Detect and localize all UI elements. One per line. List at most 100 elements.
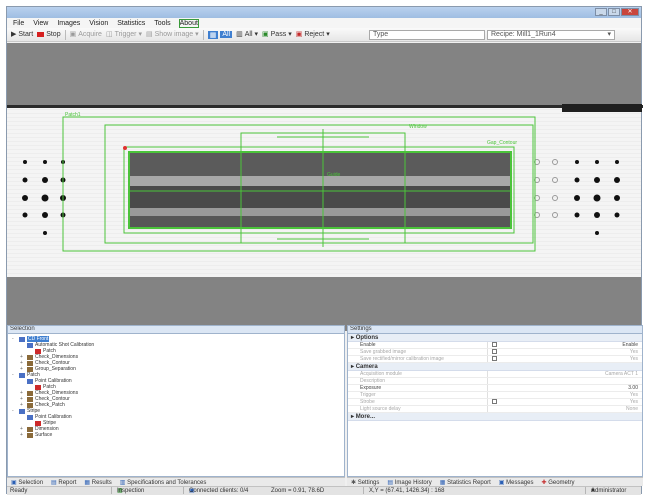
settings-row[interactable]: Save rectified/mirror calibration image Y…: [348, 355, 642, 363]
expander-icon[interactable]: -: [12, 372, 17, 378]
view-mode-button[interactable]: ▥ All ▾: [236, 31, 258, 38]
setting-value-cell[interactable]: 3.00: [488, 385, 642, 391]
chevron-down-icon: ▾: [326, 31, 330, 38]
pass-icon: ▣: [262, 31, 269, 38]
status-separator: [111, 487, 112, 494]
status-coords: X,Y = (67.41, 1426.34) : 168: [369, 488, 445, 494]
grid-icon: ▦: [207, 30, 219, 39]
setting-value: Yes: [629, 399, 638, 405]
setting-name: Strobe: [348, 399, 488, 405]
setting-value-cell[interactable]: None: [488, 406, 642, 412]
status-separator: [585, 487, 586, 494]
docked-panels: Selection - CD Front Automatic Shot Calibr…: [7, 325, 643, 477]
menu-about[interactable]: About: [178, 18, 199, 28]
setting-value-cell[interactable]: Enable: [488, 341, 642, 348]
left-panel-tabs: ▣ Selection ▤ Report ▦ Results ▥ Specifi…: [7, 477, 345, 486]
status-bar: Ready ▦ Inspection ▣ Connected clients: …: [7, 486, 641, 495]
status-separator: [183, 487, 184, 494]
settings-row[interactable]: Description: [348, 378, 642, 385]
stop-button[interactable]: Stop: [37, 31, 61, 38]
show-image-button[interactable]: ▤ Show image ▾: [146, 31, 199, 38]
report-icon: ▤: [51, 479, 57, 486]
menu-vision[interactable]: Vision: [89, 20, 108, 27]
tab-messages[interactable]: ▣ Messages: [499, 479, 534, 486]
start-button[interactable]: ▶ Start: [11, 31, 33, 38]
expander-icon[interactable]: +: [20, 366, 25, 372]
expander-icon[interactable]: -: [12, 336, 17, 342]
tab-results[interactable]: ▦ Results: [84, 479, 111, 486]
tool-icon: [35, 384, 41, 390]
menu-statistics[interactable]: Statistics: [117, 20, 145, 27]
title-bar: _ □ ✕: [7, 7, 641, 18]
setting-value-cell[interactable]: Yes: [488, 355, 642, 362]
specifications-icon: ▥: [119, 479, 126, 486]
setting-value-cell[interactable]: Yes: [488, 398, 642, 405]
settings-group-label: Options: [355, 335, 379, 341]
settings-group-header[interactable]: ▸ More...: [348, 413, 642, 421]
view-all-button[interactable]: ▦ All: [207, 30, 233, 39]
strip-corner-marks: [562, 104, 642, 112]
menu-tools[interactable]: Tools: [154, 20, 170, 27]
settings-group-header[interactable]: ▸ Camera: [348, 363, 642, 371]
tab-geometry[interactable]: ✚ Geometry: [541, 479, 574, 486]
trigger-button[interactable]: ◫ Trigger ▾: [106, 31, 142, 38]
expander-icon[interactable]: +: [20, 402, 25, 408]
pass-button[interactable]: ▣ Pass ▾: [262, 31, 292, 38]
tool-icon: [27, 414, 33, 420]
tab-specifications[interactable]: ▥ Specifications and Tolerances: [120, 479, 207, 486]
setting-value: Camera ACT 1: [605, 371, 638, 377]
tool-icon: [19, 372, 25, 378]
inspection-roi-label: Patch1: [65, 112, 81, 118]
settings-row[interactable]: Exposure 3.00: [348, 385, 642, 392]
settings-row[interactable]: Strobe Yes: [348, 398, 642, 406]
acquire-button[interactable]: ▣ Acquire: [70, 31, 102, 38]
origin-marker: [123, 146, 127, 150]
right-open-holes: [534, 159, 558, 218]
setting-value-cell[interactable]: Yes: [488, 348, 642, 355]
tree-item[interactable]: + Surface: [8, 432, 344, 438]
right-hole-column: [574, 160, 620, 235]
strip-top-edge: [7, 105, 643, 108]
tab-selection[interactable]: ▣ Selection: [11, 479, 43, 486]
tab-image-history[interactable]: ▤ Image History: [387, 479, 431, 486]
checkbox-icon[interactable]: [492, 341, 497, 347]
expander-icon[interactable]: +: [20, 432, 25, 438]
reject-button[interactable]: ▣ Reject ▾: [296, 31, 330, 38]
setting-value: Enable: [622, 342, 638, 348]
menu-file[interactable]: File: [13, 20, 24, 27]
checkbox-icon[interactable]: [492, 348, 497, 354]
menu-images[interactable]: Images: [57, 20, 80, 27]
minimize-icon[interactable]: _: [595, 8, 607, 16]
checkbox-icon[interactable]: [492, 355, 497, 361]
tool-icon: [27, 432, 33, 438]
type-select[interactable]: Type: [369, 30, 485, 40]
checkbox-icon[interactable]: [492, 398, 497, 404]
gear-icon: ✱: [351, 479, 357, 486]
gauge-roi-label: Gap_Contour: [487, 140, 517, 146]
tab-settings[interactable]: ✱ Settings: [351, 479, 379, 486]
settings-row[interactable]: Acquisition module Camera ACT 1: [348, 371, 642, 378]
settings-row[interactable]: Light source delay None: [348, 406, 642, 413]
settings-group-label: More...: [355, 414, 376, 420]
maximize-icon[interactable]: □: [608, 8, 620, 16]
recipe-select[interactable]: Recipe: Mill1_1Run4 ▾: [487, 30, 615, 40]
close-icon[interactable]: ✕: [621, 8, 639, 16]
tab-report[interactable]: ▤ Report: [51, 479, 76, 486]
expander-icon[interactable]: -: [12, 408, 17, 414]
setting-value-cell[interactable]: Camera ACT 1: [488, 371, 642, 377]
left-hole-column: [22, 160, 66, 235]
tool-icon: [27, 378, 33, 384]
setting-value-cell[interactable]: Yes: [488, 392, 642, 398]
tab-statistics-report[interactable]: ▦ Statistics Report: [440, 479, 491, 486]
image-viewer[interactable]: Patch1 Window Gap_Contour Guide: [7, 43, 643, 331]
trigger-icon: ◫: [105, 31, 113, 38]
texture-band-gap2: [129, 208, 511, 216]
menu-view[interactable]: View: [33, 20, 48, 27]
setting-value-cell[interactable]: [488, 378, 642, 384]
status-separator: [363, 487, 364, 494]
table-icon: ▥: [236, 31, 243, 38]
tool-icon: [27, 342, 33, 348]
chevron-down-icon: ▾: [138, 31, 143, 38]
texture-band-top: [129, 152, 511, 176]
messages-icon: ▣: [498, 479, 505, 486]
